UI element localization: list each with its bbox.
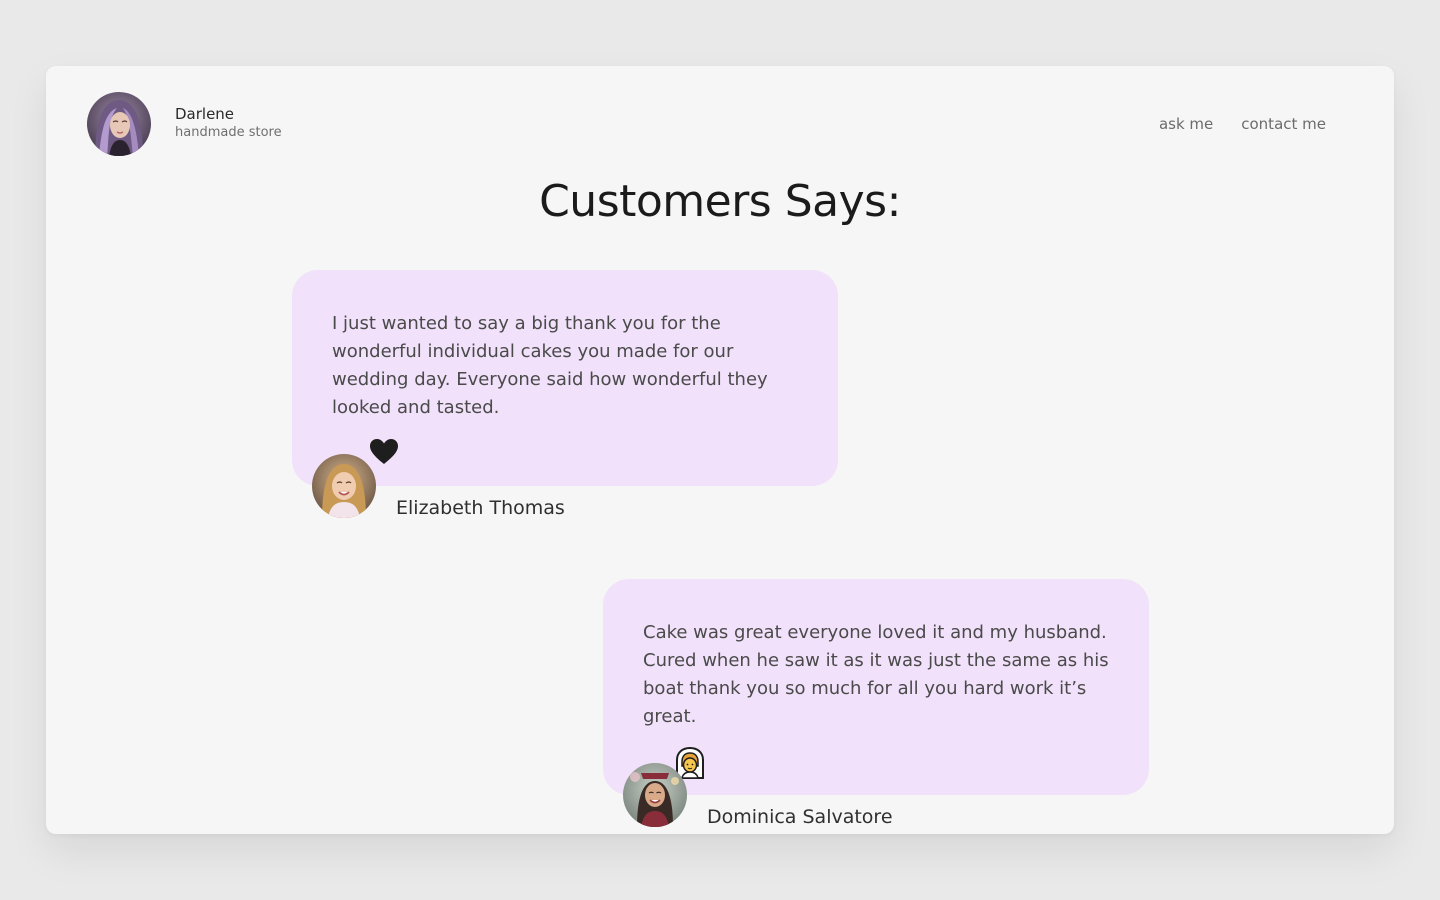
customer-avatar[interactable] [623,763,687,827]
top-nav: ask me contact me [1159,115,1326,133]
testimonial-text: Cake was great everyone loved it and my … [643,622,1109,727]
nav-ask-me-link[interactable]: ask me [1159,115,1213,133]
heart-icon [368,436,400,468]
brand-avatar[interactable] [87,92,151,156]
brand-name: Darlene [175,105,235,123]
customer-avatar-image [312,454,376,518]
testimonial-author: Elizabeth Thomas [396,497,565,519]
customer-avatar[interactable] [312,454,376,518]
main-card: Darlene handmade store ask me contact me… [46,66,1394,834]
nav-contact-me-link[interactable]: contact me [1241,115,1326,133]
page-title: Customers Says: [539,176,901,227]
customer-avatar-image [623,763,687,827]
brand-subtitle: handmade store [175,125,282,140]
brand-avatar-image [87,92,151,156]
testimonial-text: I just wanted to say a big thank you for… [332,313,768,418]
testimonial-author: Dominica Salvatore [707,806,893,828]
